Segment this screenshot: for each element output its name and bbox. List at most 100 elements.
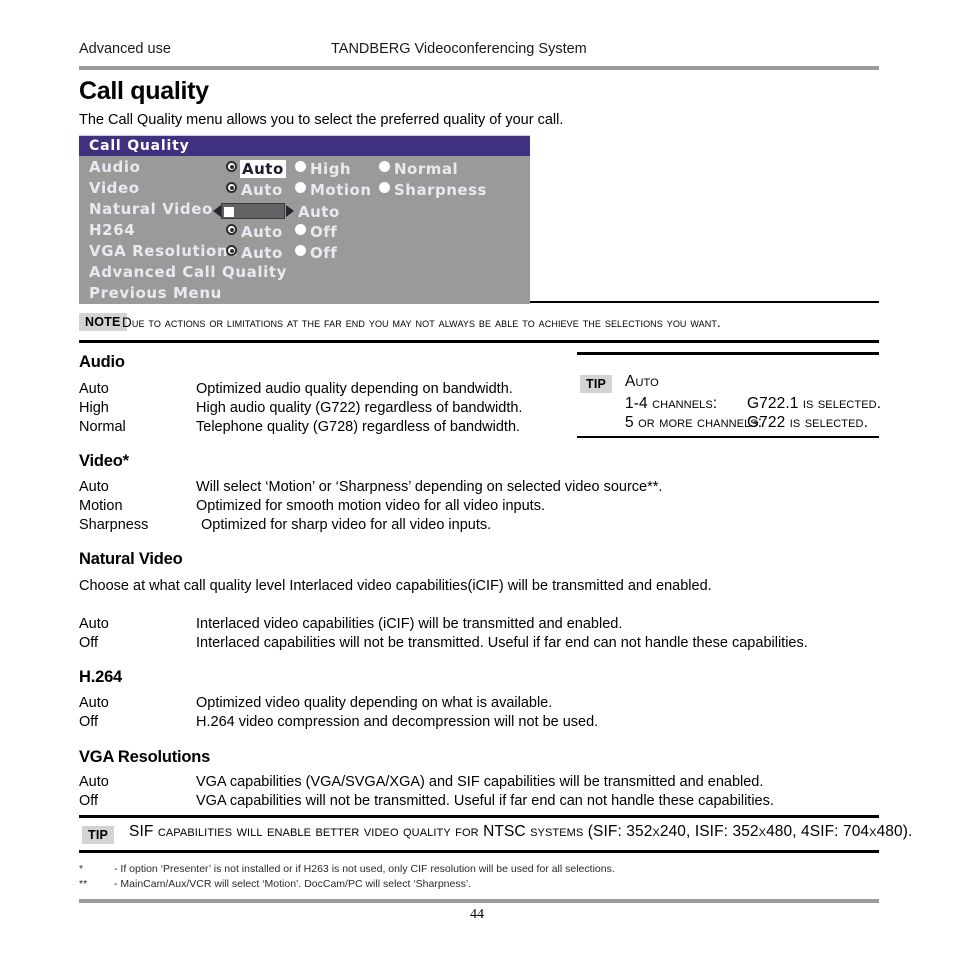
tip-line-auto: Auto bbox=[625, 373, 659, 390]
menu-label-vga-resolutions: VGA Resolutions bbox=[89, 242, 238, 260]
definition-row: Off Interlaced capabilities will not be … bbox=[79, 635, 879, 654]
section-heading-vga-resolutions: VGA Resolutions bbox=[79, 748, 211, 766]
term: Auto bbox=[79, 695, 109, 711]
menu-label-previous-menu: Previous Menu bbox=[89, 284, 222, 302]
footnote-mark: ** bbox=[79, 878, 88, 890]
radio-off-icon[interactable] bbox=[295, 224, 306, 235]
tip-badge: TIP bbox=[580, 375, 613, 393]
description: Optimized for smooth motion video for al… bbox=[196, 498, 545, 514]
menu-option-label: Normal bbox=[394, 159, 459, 178]
radio-on-icon[interactable] bbox=[226, 245, 237, 256]
radio-off-icon[interactable] bbox=[295, 161, 306, 172]
page-number: 44 bbox=[470, 907, 484, 922]
menu-label-video: Video bbox=[89, 179, 140, 197]
description: Interlaced video capabilities (iCIF) wil… bbox=[196, 616, 623, 632]
note-top-divider bbox=[530, 301, 879, 303]
menu-label-natural-video: Natural Video bbox=[89, 200, 213, 218]
menu-row-vga-resolutions[interactable]: VGA Resolutions Auto Off bbox=[79, 242, 530, 262]
natural-video-paragraph: Choose at what call quality level Interl… bbox=[79, 578, 712, 594]
tip-line-more-channels-value: G722 is selected. bbox=[747, 414, 869, 431]
description: VGA capabilities (VGA/SVGA/XGA) and SIF … bbox=[196, 774, 764, 790]
document-page: Advanced use TANDBERG Videoconferencing … bbox=[0, 0, 954, 954]
tip-badge: TIP bbox=[82, 826, 115, 844]
tip-box-sif: TIP SIF capabilities will enable better … bbox=[79, 815, 912, 853]
slider-knob[interactable] bbox=[224, 206, 234, 217]
menu-option-h264-off[interactable]: Off bbox=[295, 221, 337, 241]
term: Off bbox=[79, 635, 99, 651]
term: Auto bbox=[79, 616, 109, 632]
section-heading-video: Video* bbox=[79, 452, 129, 470]
call-quality-menu: Call Quality Audio Auto High Normal Vide… bbox=[79, 135, 530, 304]
menu-label-audio: Audio bbox=[89, 158, 141, 176]
tip-line-channels-value: G722.1 is selected. bbox=[747, 395, 882, 412]
arrow-left-icon[interactable] bbox=[213, 204, 221, 217]
term: Normal bbox=[79, 419, 126, 435]
menu-option-label: Auto bbox=[240, 159, 286, 178]
menu-option-audio-auto[interactable]: Auto bbox=[226, 158, 286, 178]
term: Auto bbox=[79, 381, 109, 397]
header-divider bbox=[79, 66, 879, 70]
section-heading-natural-video: Natural Video bbox=[79, 550, 183, 568]
menu-option-h264-auto[interactable]: Auto bbox=[226, 221, 283, 241]
radio-off-icon[interactable] bbox=[295, 182, 306, 193]
natural-video-slider[interactable]: Auto bbox=[213, 201, 340, 221]
section-heading-audio: Audio bbox=[79, 353, 125, 371]
radio-on-icon[interactable] bbox=[226, 161, 237, 172]
menu-row-video[interactable]: Video Auto Motion Sharpness bbox=[79, 179, 530, 199]
arrow-right-icon[interactable] bbox=[286, 204, 294, 217]
menu-body: Audio Auto High Normal Video Auto Motion… bbox=[79, 158, 530, 304]
menu-option-label: Auto bbox=[241, 222, 283, 241]
description: Telephone quality (G728) regardless of b… bbox=[196, 419, 521, 435]
menu-row-previous-menu[interactable]: Previous Menu bbox=[79, 284, 530, 304]
menu-label-advanced-call-quality: Advanced Call Quality bbox=[89, 263, 287, 281]
term: Off bbox=[79, 714, 99, 730]
menu-title: Call Quality bbox=[89, 138, 190, 154]
menu-option-audio-normal[interactable]: Normal bbox=[379, 158, 458, 178]
running-header: Advanced use TANDBERG Videoconferencing … bbox=[79, 41, 879, 63]
menu-option-video-motion[interactable]: Motion bbox=[295, 179, 372, 199]
menu-option-label: Auto bbox=[241, 180, 283, 199]
menu-row-natural-video[interactable]: Natural Video Auto bbox=[79, 200, 530, 221]
intro-paragraph: The Call Quality menu allows you to sele… bbox=[79, 112, 564, 128]
slider-track[interactable] bbox=[221, 202, 285, 219]
radio-off-icon[interactable] bbox=[379, 182, 390, 193]
radio-off-icon[interactable] bbox=[295, 245, 306, 256]
footer-divider bbox=[79, 899, 879, 903]
menu-option-vga-off[interactable]: Off bbox=[295, 242, 337, 262]
definition-row: Sharpness Optimized for sharp video for … bbox=[79, 517, 879, 536]
description: H.264 video compression and decompressio… bbox=[196, 714, 599, 730]
term: Sharpness bbox=[79, 517, 149, 533]
tip-bottom-divider bbox=[577, 436, 879, 438]
menu-row-advanced-call-quality[interactable]: Advanced Call Quality bbox=[79, 263, 530, 283]
tip-line-channels-label: 1-4 channels: bbox=[625, 395, 718, 412]
definition-row: Off VGA capabilities will not be transmi… bbox=[79, 793, 879, 812]
menu-option-video-sharpness[interactable]: Sharpness bbox=[379, 179, 487, 199]
tip-top-divider bbox=[79, 815, 879, 818]
menu-row-h264[interactable]: H264 Auto Off bbox=[79, 221, 530, 241]
tip-top-divider bbox=[577, 352, 879, 355]
menu-titlebar: Call Quality bbox=[79, 135, 530, 156]
radio-off-icon[interactable] bbox=[379, 161, 390, 172]
page-title: Call quality bbox=[79, 77, 209, 105]
menu-option-label: Off bbox=[310, 243, 338, 262]
radio-on-icon[interactable] bbox=[226, 224, 237, 235]
description: High audio quality (G722) regardless of … bbox=[196, 400, 523, 416]
menu-row-audio[interactable]: Audio Auto High Normal bbox=[79, 158, 530, 178]
header-center-text: TANDBERG Videoconferencing System bbox=[331, 41, 587, 57]
menu-option-vga-auto[interactable]: Auto bbox=[226, 242, 283, 262]
slider-value-label: Auto bbox=[298, 202, 340, 221]
radio-on-icon[interactable] bbox=[226, 182, 237, 193]
definition-row: Auto Will select ‘Motion’ or ‘Sharpness’… bbox=[79, 479, 879, 498]
term: Motion bbox=[79, 498, 123, 514]
menu-option-label: Sharpness bbox=[394, 180, 487, 199]
footnote-mark: * bbox=[79, 863, 84, 875]
note-block: NOTE Due to actions or limitations at th… bbox=[79, 313, 879, 335]
menu-label-h264: H264 bbox=[89, 221, 136, 239]
description: Interlaced capabilities will not be tran… bbox=[196, 635, 808, 651]
menu-option-audio-high[interactable]: High bbox=[295, 158, 351, 178]
menu-option-video-auto[interactable]: Auto bbox=[226, 179, 283, 199]
tip-box-audio: TIP Auto 1-4 channels: G722.1 is selecte… bbox=[577, 352, 882, 440]
description: Optimized audio quality depending on ban… bbox=[196, 381, 513, 397]
menu-option-label: Motion bbox=[310, 180, 372, 199]
header-left-text: Advanced use bbox=[79, 41, 171, 57]
